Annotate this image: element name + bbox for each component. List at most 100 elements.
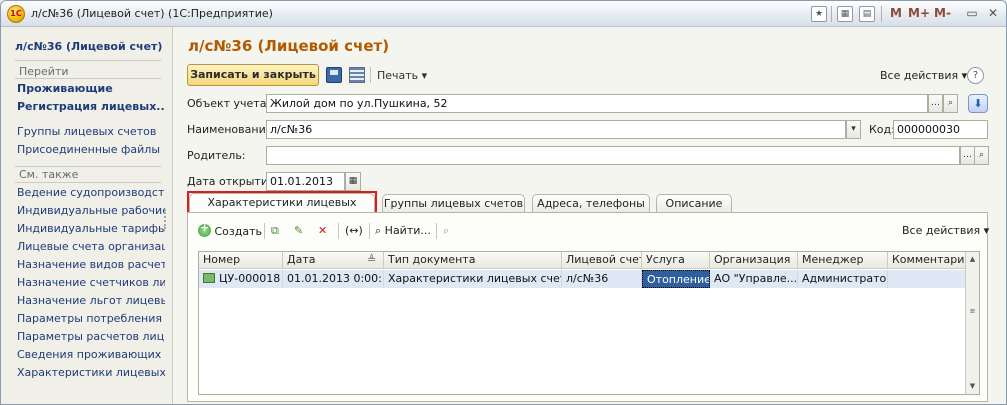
app-logo-icon[interactable]: 1C: [7, 5, 25, 23]
column-header[interactable]: Менеджер: [798, 252, 888, 269]
calendar-icon[interactable]: ▤: [859, 6, 875, 22]
calculator-icon[interactable]: ▦: [837, 6, 853, 22]
see-also-item[interactable]: Сведения проживающих: [17, 348, 165, 361]
toolbar-separator: [436, 223, 437, 239]
delete-icon[interactable]: ✕: [318, 224, 327, 237]
title-bar: 1C л/с№36 (Лицевой счет) (1С:Предприятие…: [1, 1, 1006, 27]
star-icon[interactable]: ★: [811, 6, 827, 22]
chevron-down-icon: ▾: [421, 69, 428, 82]
cancel-search-icon[interactable]: ⌕: [443, 224, 449, 238]
memory-plus-button[interactable]: M+: [908, 6, 930, 20]
minimize-icon[interactable]: ▭: [963, 5, 981, 22]
find-button[interactable]: ⌕ Найти...: [375, 224, 431, 238]
divider: [15, 60, 161, 61]
name-label: Наименование:: [187, 123, 277, 136]
cell-manager: Администратор: [798, 270, 888, 288]
see-also-item[interactable]: Индивидуальные рабочие ...: [17, 204, 165, 217]
open-date-field[interactable]: 01.01.2013: [266, 172, 345, 191]
object-field[interactable]: Жилой дом по ул.Пушкина, 52: [266, 94, 928, 113]
select-button[interactable]: …: [928, 94, 943, 113]
nav-link-account-groups[interactable]: Группы лицевых счетов: [17, 125, 165, 138]
page-title: л/с№36 (Лицевой счет): [188, 37, 390, 55]
copy-icon[interactable]: ⧉: [271, 224, 279, 238]
help-icon[interactable]: ?: [967, 67, 984, 84]
see-also-item[interactable]: Назначение счетчиков ли...: [17, 276, 165, 289]
window-title: л/с№36 (Лицевой счет) (1С:Предприятие): [31, 7, 273, 20]
vertical-scrollbar[interactable]: ▲ ≡ ▼: [965, 252, 979, 394]
memory-minus-button[interactable]: M-: [934, 6, 951, 20]
navigation-panel: л/с№36 (Лицевой счет) Перейти Проживающи…: [1, 27, 173, 404]
select-button[interactable]: …: [960, 146, 975, 165]
documents-table[interactable]: Номер Дата Тип документа Лицевой счет Ус…: [198, 251, 980, 395]
cell-number-text: ЦУ-000018: [219, 272, 281, 285]
cell-organization: АО "Управле...: [710, 270, 798, 288]
open-search-icon[interactable]: ⌕: [974, 146, 989, 165]
toolbar-separator: [264, 223, 265, 239]
see-also-item[interactable]: Назначение видов расчет...: [17, 258, 165, 271]
cell-account: л/с№36: [562, 270, 642, 288]
table-row[interactable]: ЦУ-000018 01.01.2013 0:00:13 Характерист…: [199, 270, 967, 288]
nav-link-residents[interactable]: Проживающие: [17, 82, 165, 95]
arrow-down-icon[interactable]: ⬇: [968, 94, 988, 113]
app-window: 1C л/с№36 (Лицевой счет) (1С:Предприятие…: [0, 0, 1007, 405]
see-also-header: См. также: [19, 168, 79, 181]
name-field[interactable]: л/с№36: [266, 120, 846, 139]
nav-link-registration[interactable]: Регистрация лицевых...: [17, 100, 165, 113]
nav-link-attached-files[interactable]: Присоединенные файлы: [17, 143, 165, 156]
nav-panel-title: л/с№36 (Лицевой счет): [15, 40, 163, 53]
tab-description[interactable]: Описание: [656, 194, 732, 212]
code-field[interactable]: 000000030: [893, 120, 988, 139]
tab-addresses-phones[interactable]: Адреса, телефоны: [532, 194, 650, 212]
panel-resize-handle[interactable]: [164, 209, 168, 229]
toolbar-separator: [369, 223, 370, 239]
range-button[interactable]: (↔): [345, 224, 363, 237]
toolbar-separator: [370, 67, 371, 83]
save-icon[interactable]: [326, 67, 342, 83]
calendar-icon[interactable]: ▦: [345, 172, 361, 191]
save-and-close-button[interactable]: Записать и закрыть: [187, 64, 319, 86]
dropdown-button[interactable]: ▾: [846, 120, 861, 139]
table-all-actions-menu[interactable]: Все действия ▾: [902, 224, 989, 237]
column-header[interactable]: Лицевой счет: [562, 252, 642, 269]
all-actions-label: Все действия: [880, 69, 959, 82]
column-header[interactable]: Комментарий: [888, 252, 967, 269]
all-actions-menu[interactable]: Все действия ▾: [880, 69, 967, 82]
cell-service[interactable]: Отопление: [642, 270, 710, 288]
create-label: Создать: [214, 225, 263, 238]
toolbar-separator: [881, 6, 882, 22]
divider: [15, 166, 161, 167]
column-header[interactable]: Услуга: [642, 252, 710, 269]
list-icon[interactable]: [349, 67, 365, 83]
divider: [15, 78, 161, 79]
toolbar-separator: [831, 6, 832, 22]
cell-doc-type: Характеристики лицевых счетов: [384, 270, 562, 288]
scroll-down-icon[interactable]: ▼: [967, 381, 978, 392]
document-posted-icon: [203, 273, 215, 283]
edit-icon[interactable]: ✎: [294, 224, 303, 237]
see-also-item[interactable]: Ведение судопроизводств...: [17, 186, 165, 199]
parent-field[interactable]: [266, 146, 960, 165]
cell-number: ЦУ-000018: [199, 270, 283, 288]
scroll-up-icon[interactable]: ▲: [967, 254, 978, 265]
see-also-item[interactable]: Индивидуальные тарифы ...: [17, 222, 165, 235]
print-menu[interactable]: Печать ▾: [377, 69, 427, 82]
cell-date: 01.01.2013 0:00:13: [283, 270, 384, 288]
column-header[interactable]: Организация: [710, 252, 798, 269]
plus-icon: [198, 221, 211, 237]
scroll-thumb[interactable]: ≡: [967, 306, 978, 317]
code-label: Код:: [869, 123, 895, 136]
search-icon: ⌕: [375, 224, 382, 237]
open-search-icon[interactable]: ⌕: [943, 94, 958, 113]
close-icon[interactable]: ✕: [984, 5, 1002, 22]
column-header[interactable]: Тип документа: [384, 252, 562, 269]
tab-account-groups[interactable]: Группы лицевых счетов: [382, 194, 525, 212]
memory-button[interactable]: M: [890, 6, 902, 20]
see-also-item[interactable]: Назначение льгот лицевы...: [17, 294, 165, 307]
see-also-item[interactable]: Параметры потребления ...: [17, 312, 165, 325]
see-also-item[interactable]: Параметры расчетов лиц...: [17, 330, 165, 343]
see-also-item[interactable]: Характеристики лицевых ...: [17, 366, 165, 379]
find-label: Найти...: [384, 224, 431, 237]
see-also-item[interactable]: Лицевые счета организац...: [17, 240, 165, 253]
column-header[interactable]: Номер: [199, 252, 283, 269]
create-button[interactable]: Создать: [198, 221, 263, 238]
